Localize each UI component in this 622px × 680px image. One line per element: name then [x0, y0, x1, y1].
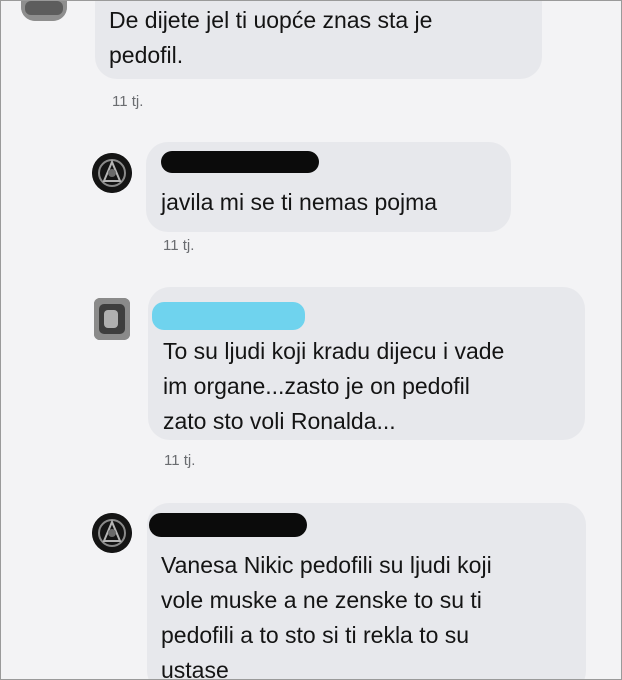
comment-timestamp[interactable]: 11 tj. [163, 237, 194, 254]
avatar-image-icon [92, 153, 132, 193]
redacted-author-name [149, 513, 307, 537]
redacted-author-name [161, 151, 319, 173]
comment-text: Vanesa Nikic pedofili su ljudi koji vole… [161, 552, 492, 680]
redacted-author-name [152, 302, 305, 330]
commenter-avatar[interactable] [21, 1, 67, 21]
comment-text: To su ljudi koji kradu dijecu i vade im … [163, 338, 505, 434]
comment-text: javila mi se ti nemas pojma [161, 189, 438, 215]
avatar-image-icon [92, 513, 132, 553]
comment-timestamp[interactable]: 11 tj. [112, 93, 143, 110]
avatar-image-icon [94, 298, 130, 340]
avatar-image-icon [21, 1, 67, 21]
comment-timestamp[interactable]: 11 tj. [164, 452, 195, 469]
comment-text: De dijete jel ti uopće znas sta je pedof… [109, 7, 433, 68]
comment-thread: De dijete jel ti uopće znas sta je pedof… [0, 0, 622, 680]
commenter-avatar[interactable] [92, 153, 132, 193]
commenter-avatar[interactable] [94, 298, 130, 340]
commenter-avatar[interactable] [92, 513, 132, 553]
